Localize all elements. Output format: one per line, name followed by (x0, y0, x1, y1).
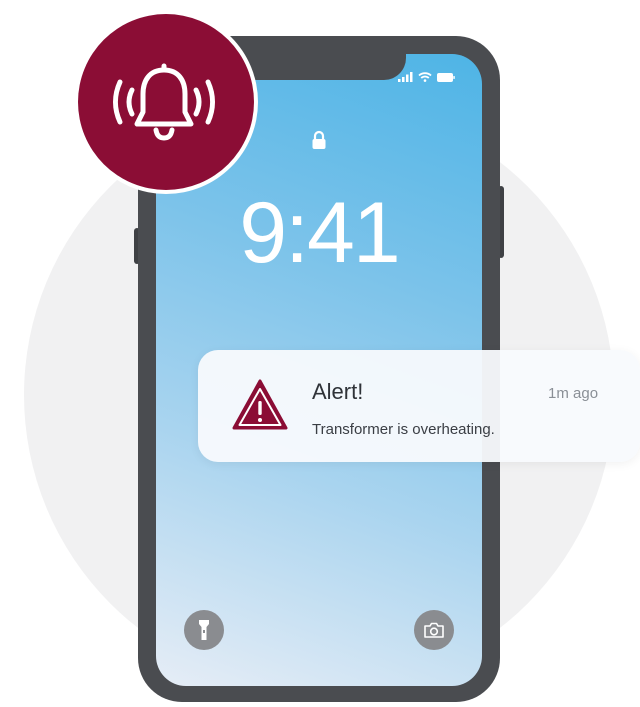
lock-screen-clock: 9:41 (239, 185, 400, 281)
lock-icon (312, 130, 326, 149)
flashlight-button[interactable] (184, 610, 224, 650)
illustration: 9:41 Alert! 1m ago Transformer is overhe… (0, 0, 640, 707)
alarm-bell-icon (113, 63, 215, 141)
battery-icon (437, 72, 455, 82)
phone-notch (232, 50, 406, 80)
flashlight-icon (199, 620, 209, 640)
notification-timestamp: 1m ago (548, 385, 599, 402)
camera-button[interactable] (414, 610, 454, 650)
signal-icon (398, 72, 413, 82)
status-bar (398, 72, 455, 82)
notification-title: Alert! (312, 379, 364, 404)
wifi-icon (418, 72, 432, 82)
camera-icon (424, 622, 444, 638)
warning-triangle-icon (232, 379, 288, 430)
notification-message: Transformer is overheating. (312, 421, 495, 438)
